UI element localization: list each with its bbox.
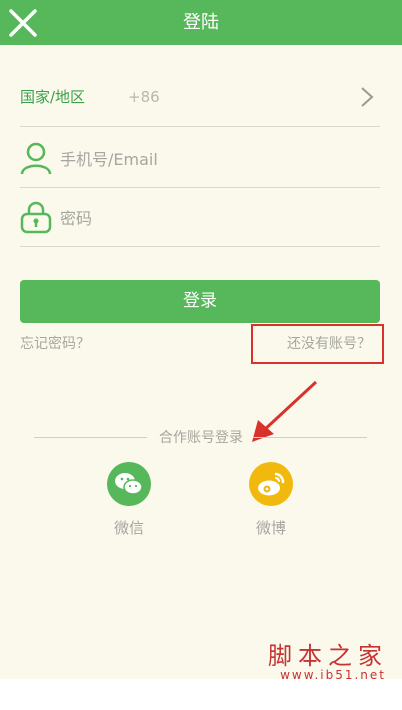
password-row [20, 188, 380, 248]
bottom-strip [0, 679, 402, 710]
watermark-logo: 脚本之家 [268, 642, 388, 670]
phone-row [20, 129, 380, 189]
annotation-highlight-box [251, 324, 384, 364]
weibo-label: 微博 [255, 519, 286, 537]
phone-email-input[interactable] [58, 129, 372, 189]
user-icon [20, 142, 52, 175]
title-bar: 登陆 [0, 0, 402, 45]
country-selector[interactable]: 国家/地区 +86 [20, 68, 380, 127]
partner-login-label: 合作账号登录 [159, 430, 243, 446]
lock-icon [20, 201, 52, 234]
wechat-label: 微信 [113, 519, 144, 537]
country-code: +86 [128, 88, 160, 106]
chevron-right-icon [361, 87, 374, 107]
password-input[interactable] [58, 188, 372, 248]
country-label: 国家/地区 [20, 88, 86, 106]
login-button[interactable]: 登录 [20, 280, 380, 323]
forgot-password-link[interactable]: 忘记密码？ [20, 333, 90, 353]
page-title: 登陆 [183, 12, 219, 33]
wechat-icon[interactable] [107, 462, 151, 506]
weibo-icon[interactable] [249, 462, 293, 506]
